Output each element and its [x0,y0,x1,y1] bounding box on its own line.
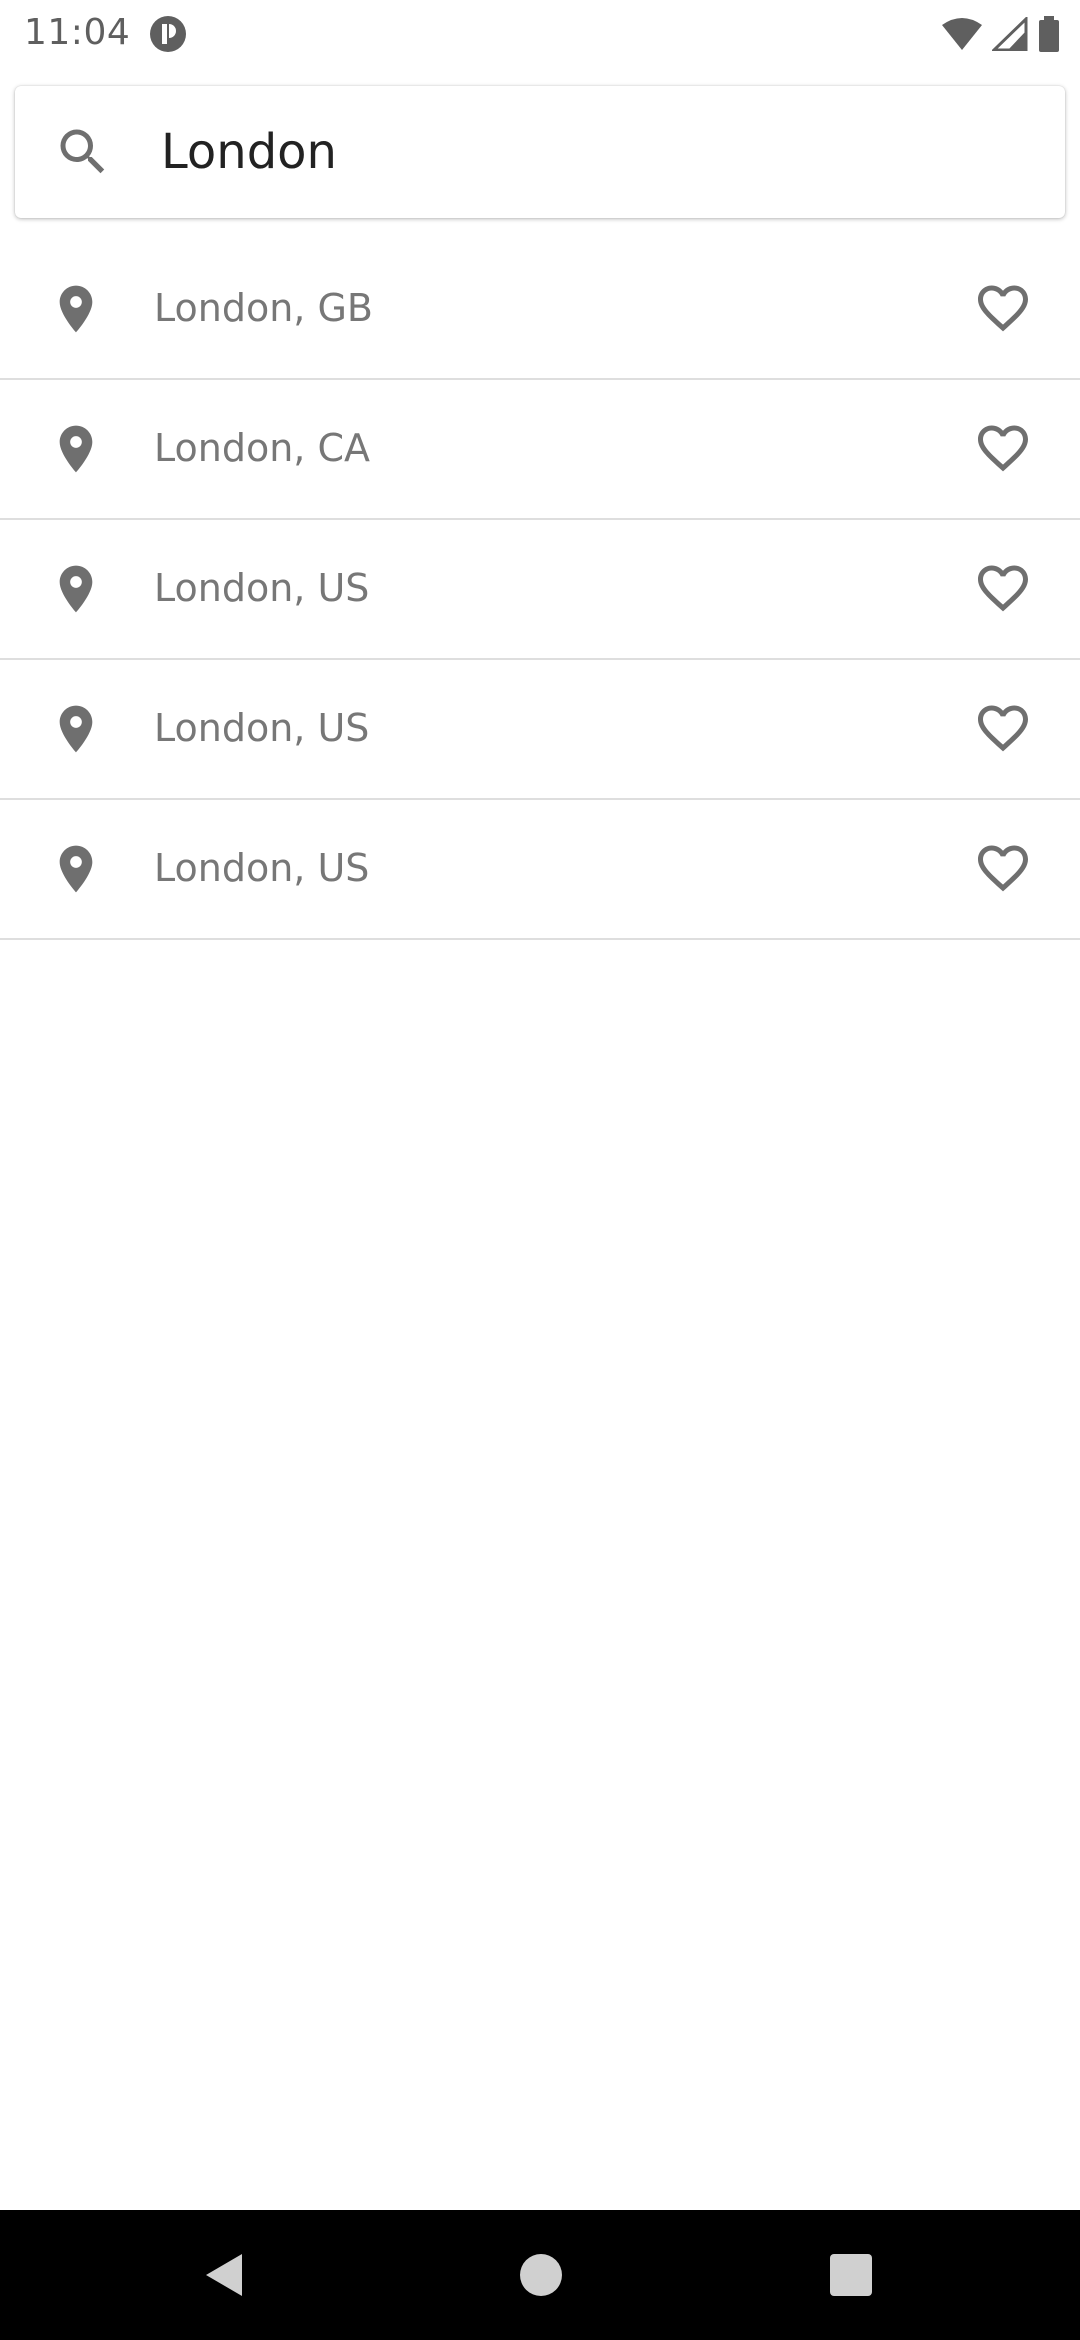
result-row[interactable]: London, CA [0,380,1080,520]
search-input[interactable] [145,116,1041,188]
app-notification-icon [150,16,186,52]
result-row[interactable]: London, US [0,800,1080,940]
location-pin-icon [59,705,93,753]
heart-outline-icon[interactable] [970,558,1036,618]
recents-icon[interactable] [830,2254,872,2296]
result-row[interactable]: London, GB [0,240,1080,380]
location-pin-icon [59,565,93,613]
location-pin-icon [59,285,93,333]
result-label: London, GB [154,286,373,330]
back-icon[interactable] [202,2252,248,2298]
heart-outline-icon[interactable] [970,838,1036,898]
home-icon[interactable] [520,2254,562,2296]
location-pin-icon [59,425,93,473]
search-icon[interactable] [53,122,113,182]
result-label: London, US [154,566,370,610]
status-icons [942,14,1060,54]
result-label: London, US [154,846,370,890]
result-label: London, CA [154,426,370,470]
screen: 11:04 London London, GB London, CA Londo… [0,0,1080,2340]
result-row[interactable]: London, US [0,520,1080,660]
battery-icon [1039,16,1059,52]
result-label: London, US [154,706,370,750]
search-bar [15,86,1065,218]
heart-outline-icon[interactable] [970,698,1036,758]
signal-icon [992,17,1028,51]
location-pin-icon [59,845,93,893]
heart-outline-icon[interactable] [970,418,1036,478]
wifi-icon [942,18,982,50]
heart-outline-icon[interactable] [970,278,1036,338]
status-time: 11:04 [24,12,131,53]
status-bar: 11:04 [0,0,1080,66]
results-list: London, GB London, CA London, US London,… [0,240,1080,940]
result-row[interactable]: London, US [0,660,1080,800]
navigation-bar [0,2210,1080,2340]
